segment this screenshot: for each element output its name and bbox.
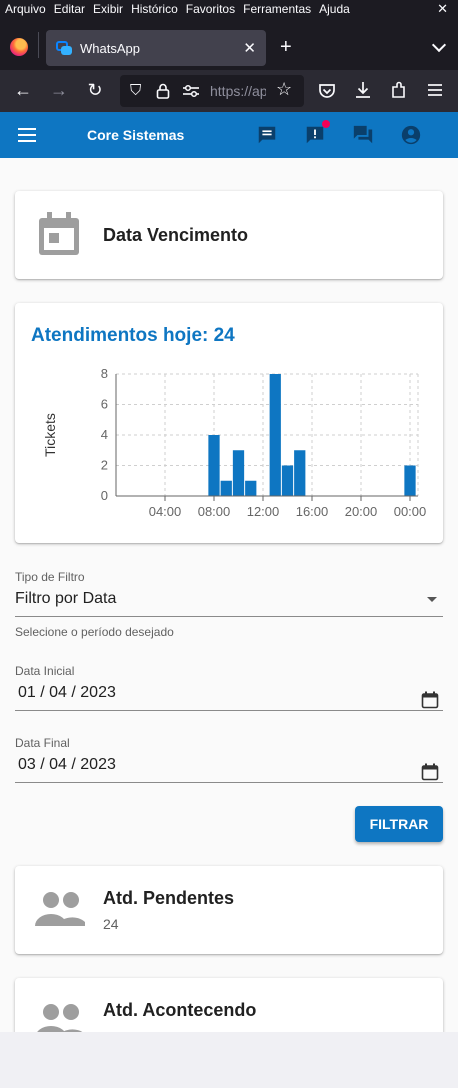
menu-favoritos[interactable]: Favoritos xyxy=(186,2,235,16)
menu-historico[interactable]: Histórico xyxy=(131,2,178,16)
app-header: Core Sistemas xyxy=(0,112,458,158)
tickets-bar-chart: 0 2 4 6 8 04:00 08:00 12:00 16:00 20:00 00:00 Ticke… xyxy=(42,366,427,519)
lock-icon[interactable] xyxy=(156,83,170,99)
tab-whatsapp[interactable]: WhatsApp ✕ xyxy=(46,30,266,66)
extensions-icon[interactable] xyxy=(388,80,410,100)
download-icon[interactable] xyxy=(352,80,374,100)
browser-tabstrip: WhatsApp ✕ + xyxy=(0,18,458,70)
drawer-menu-icon[interactable] xyxy=(18,128,36,142)
chart-bar xyxy=(245,480,257,496)
date-picker-icon[interactable] xyxy=(421,763,439,781)
x-tick-label: 00:00 xyxy=(394,504,427,519)
pending-attendances-card[interactable]: Atd. Pendentes 24 xyxy=(15,866,443,954)
menu-arquivo[interactable]: Arquivo xyxy=(5,2,46,16)
chart-bar xyxy=(220,480,232,496)
account-icon[interactable] xyxy=(400,124,422,146)
calendar-icon xyxy=(39,212,79,255)
app-menu-icon[interactable] xyxy=(424,82,446,98)
page-content: Data Vencimento Atendimentos hoje: 24 0 2… xyxy=(0,158,458,1032)
forward-arrow-icon[interactable]: → xyxy=(48,80,70,100)
menu-ferramentas[interactable]: Ferramentas xyxy=(243,2,311,16)
filter-type-helper: Selecione o período desejado xyxy=(15,625,174,639)
pending-value: 24 xyxy=(103,916,119,932)
chart-bar xyxy=(281,465,294,496)
filter-type-value[interactable]: Filtro por Data xyxy=(15,590,443,612)
tab-list-chevron-icon[interactable] xyxy=(431,37,447,53)
people-icon xyxy=(37,1004,83,1032)
bottom-area xyxy=(0,1032,458,1088)
back-arrow-icon[interactable]: ← xyxy=(12,80,34,100)
filter-type-underline xyxy=(15,616,443,617)
url-bar[interactable]: ⛉ https://ap ☆ xyxy=(120,75,304,107)
people-icon xyxy=(35,892,85,926)
reload-icon[interactable]: ↻ xyxy=(84,80,106,100)
browser-navbar: ← → ↻ ⛉ https://ap ☆ xyxy=(0,70,458,112)
browser-menubar: Arquivo Editar Exibir Histórico Favorito… xyxy=(0,0,458,18)
end-date-input[interactable]: 03 / 04 / 2023 xyxy=(15,756,443,778)
menu-editar[interactable]: Editar xyxy=(54,2,85,16)
y-tick-label: 2 xyxy=(101,458,108,473)
pocket-icon[interactable] xyxy=(316,81,338,101)
filter-button[interactable]: FILTRAR xyxy=(355,806,443,842)
x-tick-label: 20:00 xyxy=(345,504,378,519)
chat-icon[interactable] xyxy=(256,124,278,146)
date-picker-icon[interactable] xyxy=(421,691,439,709)
y-tick-label: 4 xyxy=(101,427,108,442)
start-date-label: Data Inicial xyxy=(15,664,75,678)
permissions-icon[interactable] xyxy=(182,84,200,98)
due-date-card[interactable]: Data Vencimento xyxy=(15,191,443,279)
shield-icon[interactable]: ⛉ xyxy=(130,82,141,100)
x-tick-label: 12:00 xyxy=(247,504,280,519)
y-tick-label: 6 xyxy=(101,397,108,412)
y-axis-label: Tickets xyxy=(42,413,58,457)
ongoing-attendances-card[interactable]: Atd. Acontecendo xyxy=(15,978,443,1032)
filter-type-select[interactable]: Tipo de Filtro Filtro por Data Selecione… xyxy=(15,570,443,639)
menu-ajuda[interactable]: Ajuda xyxy=(319,2,350,16)
menu-exibir[interactable]: Exibir xyxy=(93,2,123,16)
tab-title: WhatsApp xyxy=(80,40,140,56)
chart-bar xyxy=(269,374,281,496)
due-date-title: Data Vencimento xyxy=(103,225,249,245)
ongoing-title: Atd. Acontecendo xyxy=(103,1000,257,1020)
new-tab-icon[interactable]: + xyxy=(280,37,292,57)
y-tick-label: 8 xyxy=(101,366,108,381)
dropdown-arrow-icon[interactable] xyxy=(427,597,437,602)
filter-type-label: Tipo de Filtro xyxy=(15,570,85,584)
x-tick-label: 08:00 xyxy=(198,504,231,519)
chart-bar xyxy=(404,465,416,496)
app-title: Core Sistemas xyxy=(87,127,185,143)
start-date-input[interactable]: 01 / 04 / 2023 xyxy=(15,684,443,706)
attendances-chart-card: Atendimentos hoje: 24 0 2 4 6 8 04:00 08:00 12:… xyxy=(15,303,443,543)
tab-close-icon[interactable]: ✕ xyxy=(243,39,256,57)
alert-icon xyxy=(306,126,324,144)
alert-button[interactable] xyxy=(304,120,330,146)
end-date-underline xyxy=(15,782,443,783)
forum-icon[interactable] xyxy=(352,124,374,146)
tab-favicon-icon xyxy=(56,40,72,56)
start-date-field[interactable]: Data Inicial 01 / 04 / 2023 xyxy=(15,664,443,711)
chart-title: Atendimentos hoje: 24 xyxy=(31,325,235,346)
y-tick-label: 0 xyxy=(101,488,108,503)
end-date-field[interactable]: Data Final 03 / 04 / 2023 xyxy=(15,736,443,783)
window-close-icon[interactable]: ✕ xyxy=(437,1,448,17)
firefox-logo-icon[interactable] xyxy=(10,38,28,56)
tab-separator xyxy=(38,32,39,58)
x-tick-label: 04:00 xyxy=(149,504,182,519)
start-date-underline xyxy=(15,710,443,711)
pending-title: Atd. Pendentes xyxy=(103,888,235,908)
chart-bar xyxy=(208,435,220,496)
end-date-label: Data Final xyxy=(15,736,70,750)
star-icon[interactable]: ☆ xyxy=(276,80,292,98)
url-text[interactable]: https://ap xyxy=(210,83,266,99)
x-tick-label: 16:00 xyxy=(296,504,329,519)
chart-bar xyxy=(232,450,245,496)
chart-bar xyxy=(294,450,306,496)
notification-badge xyxy=(322,120,330,128)
